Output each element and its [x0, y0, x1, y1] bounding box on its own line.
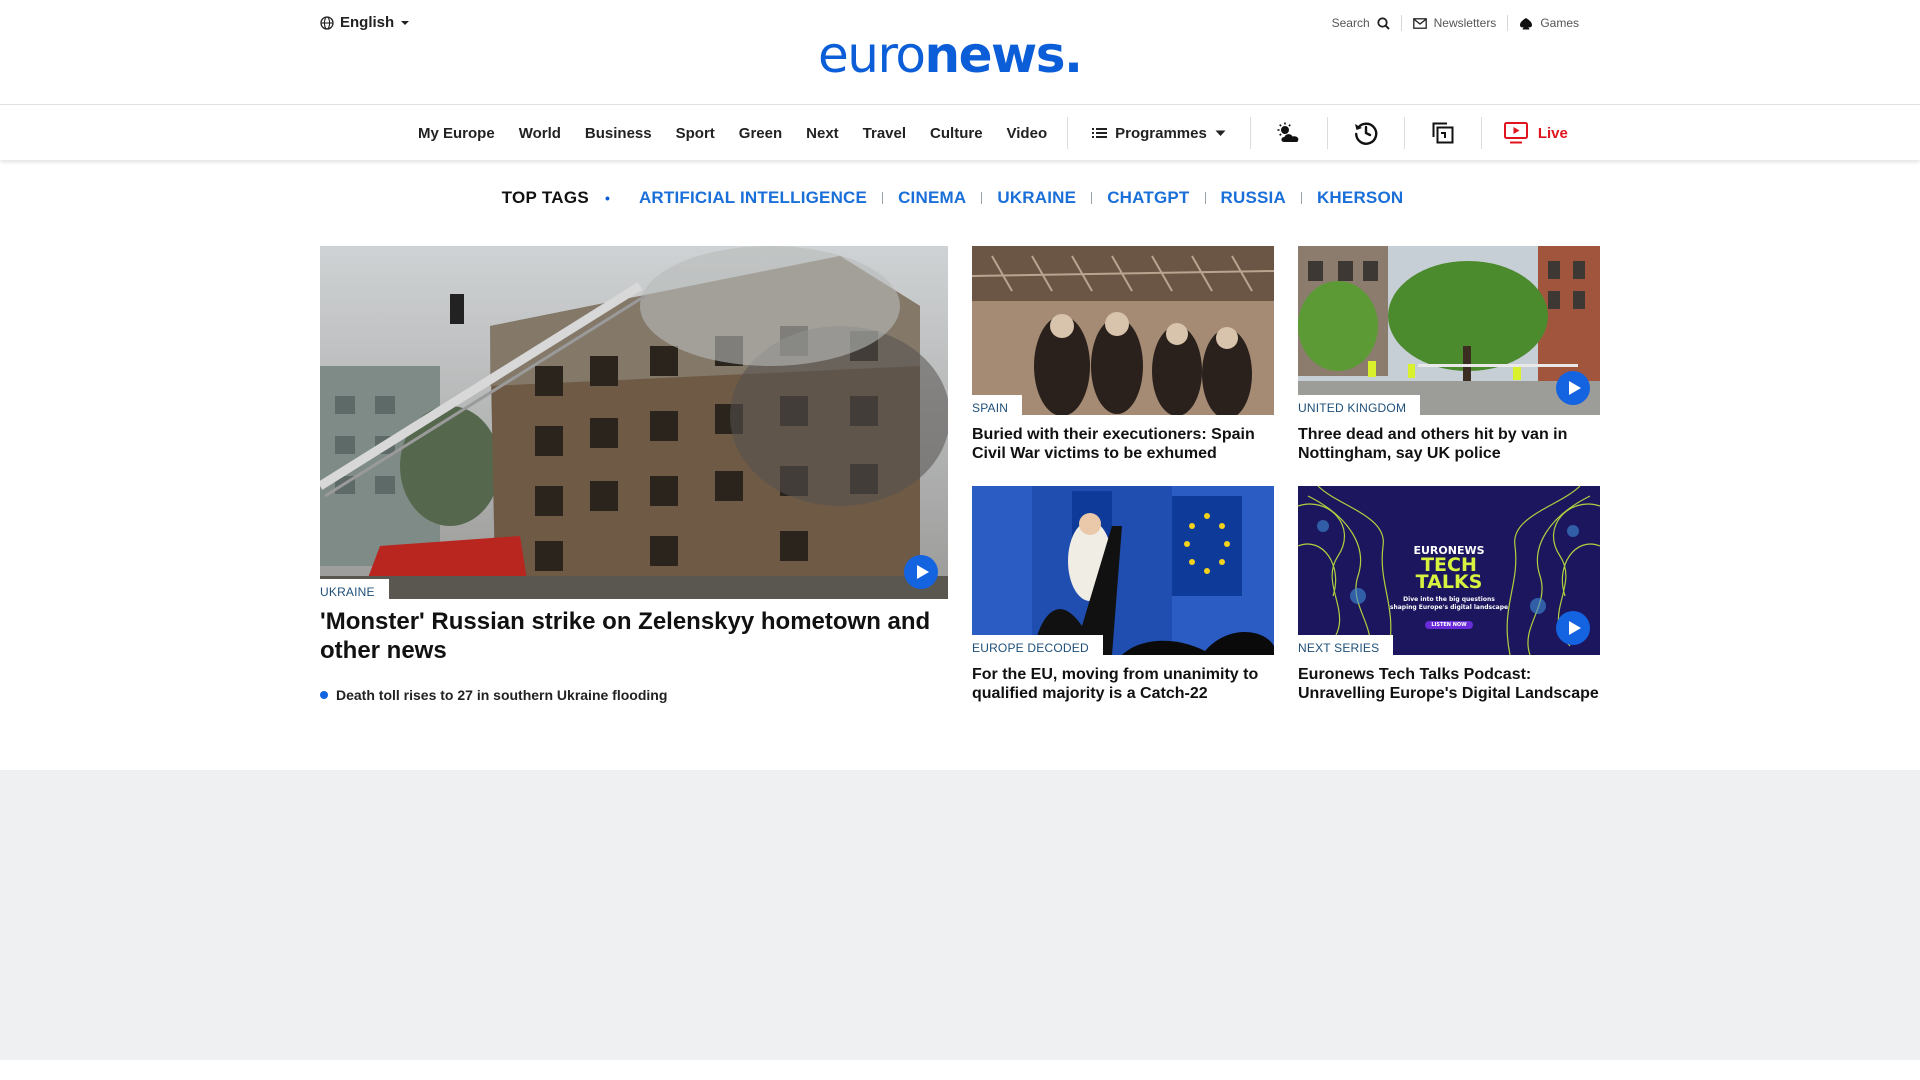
story-kicker-spain[interactable]: SPAIN [972, 395, 1023, 415]
programmes-menu[interactable]: Programmes [1076, 125, 1242, 142]
search-label: Search [1331, 16, 1370, 30]
play-icon[interactable] [904, 555, 938, 589]
nav-item-travel[interactable]: Travel [851, 125, 918, 142]
nav-item-sport[interactable]: Sport [664, 125, 727, 142]
caret-down-icon [1215, 130, 1226, 136]
tag-ukraine[interactable]: UKRAINE [982, 188, 1091, 208]
games-label: Games [1540, 16, 1579, 30]
story-card-spain: SPAIN Buried with their executioners: Sp… [972, 246, 1274, 463]
story-card-eu: EUROPE DECODED For the EU, moving from u… [972, 486, 1274, 703]
nav-item-green[interactable]: Green [727, 125, 794, 142]
utility-links: Search Newsletters Games [1321, 15, 1590, 31]
story-image-tech-talks[interactable]: EURONEWS TECH TALKS Dive into the big qu… [1298, 486, 1600, 655]
main-story: UKRAINE 'Monster' Russian strike on Zele… [320, 246, 948, 703]
nav-divider [1249, 117, 1251, 149]
logo-bold: news [924, 26, 1066, 84]
weather-button[interactable] [1259, 106, 1319, 160]
story-headline-uk[interactable]: Three dead and others hit by van in Nott… [1298, 425, 1600, 463]
related-link[interactable]: Death toll rises to 27 in southern Ukrai… [320, 687, 948, 703]
nav-divider [1403, 117, 1405, 149]
main-story-headline[interactable]: 'Monster' Russian strike on Zelenskyy ho… [320, 607, 948, 665]
play-icon[interactable] [1556, 611, 1590, 645]
artwork-subtitle: Dive into the big questions shaping Euro… [1389, 596, 1509, 611]
eu-press-photo [972, 486, 1274, 655]
logo-light: euro [818, 26, 926, 84]
programmes-label: Programmes [1115, 124, 1207, 142]
historic-photo [972, 246, 1274, 415]
nav-divider [1480, 117, 1482, 149]
nav-item-video[interactable]: Video [995, 125, 1060, 142]
euronews-logo[interactable]: euronews. [818, 30, 1083, 80]
story-image-eu[interactable]: EUROPE DECODED [972, 486, 1274, 655]
language-label: English [340, 14, 395, 31]
bullet-icon [320, 691, 328, 699]
live-tv-icon [1503, 122, 1528, 144]
tag-kherson[interactable]: KHERSON [1302, 188, 1418, 208]
language-selector[interactable]: English [320, 14, 410, 31]
games-link[interactable]: Games [1508, 16, 1590, 30]
stories-button[interactable] [1413, 106, 1473, 160]
tag-cinema[interactable]: CINEMA [883, 188, 981, 208]
advertisement-area [0, 770, 1920, 1060]
burning-building-photo [320, 246, 948, 599]
main-nav: My Europe World Business Sport Green Nex… [0, 106, 1920, 160]
nav-item-business[interactable]: Business [573, 125, 664, 142]
story-image-spain[interactable]: SPAIN [972, 246, 1274, 415]
tag-chatgpt[interactable]: CHATGPT [1092, 188, 1204, 208]
globe-icon [320, 15, 334, 30]
history-icon [1354, 122, 1378, 145]
latest-news-button[interactable] [1336, 106, 1396, 160]
mail-icon [1412, 17, 1427, 29]
tag-artificial-intelligence[interactable]: ARTIFICIAL INTELLIGENCE [624, 188, 882, 208]
search-icon [1377, 16, 1390, 30]
story-kicker-uk[interactable]: UNITED KINGDOM [1298, 395, 1421, 415]
newsletters-link[interactable]: Newsletters [1402, 16, 1508, 30]
play-icon[interactable] [1556, 371, 1590, 405]
artwork-button: LISTEN NOW [1425, 621, 1473, 629]
menu-icon [1092, 128, 1108, 138]
site-header: English euronews. Search Newsletters Gam… [0, 0, 1920, 105]
live-label: Live [1537, 124, 1568, 142]
story-headline-spain[interactable]: Buried with their executioners: Spain Ci… [972, 425, 1274, 463]
live-button[interactable]: Live [1490, 122, 1582, 144]
search-button[interactable]: Search [1321, 16, 1401, 30]
nav-divider [1067, 117, 1069, 149]
nav-divider [1326, 117, 1328, 149]
weather-icon [1277, 122, 1299, 142]
page-bottom [0, 1060, 1920, 1080]
newsletters-label: Newsletters [1433, 16, 1497, 30]
nav-item-my-europe[interactable]: My Europe [406, 125, 507, 142]
copy-icon [1432, 122, 1454, 144]
tech-talks-artwork-title: EURONEWS TECH TALKS Dive into the big qu… [1298, 544, 1600, 629]
story-card-uk: UNITED KINGDOM Three dead and others hit… [1298, 246, 1600, 463]
story-card-tech-talks: EURONEWS TECH TALKS Dive into the big qu… [1298, 486, 1600, 703]
main-story-kicker[interactable]: UKRAINE [320, 579, 389, 599]
nav-item-culture[interactable]: Culture [918, 125, 995, 142]
story-kicker-eu[interactable]: EUROPE DECODED [972, 635, 1103, 655]
story-headline-tech-talks[interactable]: Euronews Tech Talks Podcast: Unravelling… [1298, 665, 1600, 703]
tag-russia[interactable]: RUSSIA [1206, 188, 1301, 208]
top-tags-bullet: • [605, 190, 610, 206]
story-image-uk[interactable]: UNITED KINGDOM [1298, 246, 1600, 415]
games-icon [1520, 17, 1533, 29]
story-kicker-tech-talks[interactable]: NEXT SERIES [1298, 635, 1394, 655]
top-tags-label: TOP TAGS [501, 188, 590, 207]
top-tags-bar: TOP TAGS • ARTIFICIAL INTELLIGENCE CINEM… [0, 188, 1920, 208]
story-headline-eu[interactable]: For the EU, moving from unanimity to qua… [972, 665, 1274, 703]
street-scene-photo [1298, 246, 1600, 415]
nav-item-next[interactable]: Next [794, 125, 851, 142]
logo-dot: . [1063, 26, 1083, 84]
related-link-text: Death toll rises to 27 in southern Ukrai… [336, 687, 668, 703]
caret-down-icon [401, 20, 410, 25]
nav-item-world[interactable]: World [507, 125, 573, 142]
main-story-image[interactable]: UKRAINE [320, 246, 948, 599]
artwork-title-talks: TALKS [1415, 571, 1483, 593]
